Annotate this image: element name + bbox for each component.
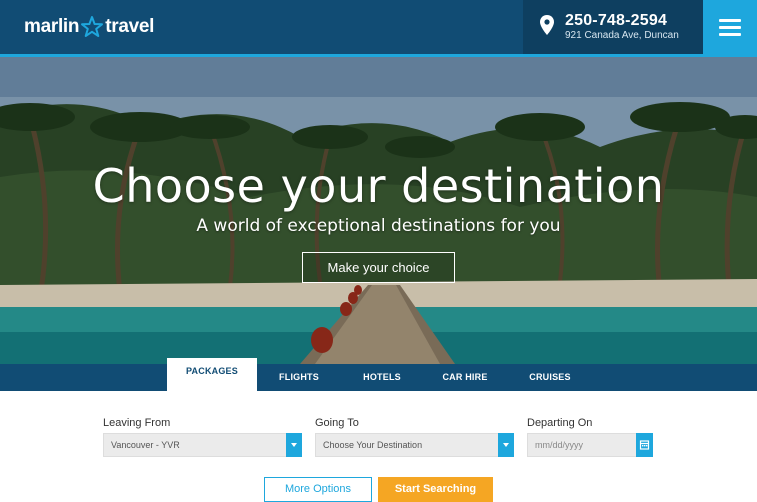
- logo-text-left: marlin: [24, 16, 80, 37]
- map-pin-icon: [540, 15, 554, 35]
- tab-flights[interactable]: FLIGHTS: [269, 364, 329, 391]
- star-logo-icon: [81, 16, 104, 37]
- going-to-select[interactable]: Choose Your Destination: [315, 433, 514, 457]
- tab-hotels[interactable]: HOTELS: [352, 364, 412, 391]
- departing-on-date-input[interactable]: mm/dd/yyyy: [527, 433, 653, 457]
- leaving-from-select[interactable]: Vancouver - YVR: [103, 433, 302, 457]
- tab-packages[interactable]: PACKAGES: [167, 358, 257, 391]
- date-placeholder: mm/dd/yyyy: [535, 440, 584, 450]
- departing-on-label: Departing On: [527, 417, 593, 429]
- logo-text-right: travel: [105, 16, 155, 37]
- contact-block: 250-748-2594 921 Canada Ave, Duncan: [523, 0, 703, 54]
- chevron-down-icon[interactable]: [498, 433, 514, 457]
- phone-number[interactable]: 250-748-2594: [565, 12, 667, 30]
- hero-title: Choose your destination: [92, 159, 665, 213]
- site-header: marlin travel 250-748-2594 921 Canada Av…: [0, 0, 757, 54]
- marlin-travel-logo[interactable]: marlin travel: [24, 14, 154, 40]
- going-to-label: Going To: [315, 417, 359, 429]
- leaving-from-label: Leaving From: [103, 417, 171, 429]
- calendar-icon[interactable]: [636, 433, 653, 457]
- leaving-from-value: Vancouver - YVR: [111, 440, 180, 450]
- address-text: 921 Canada Ave, Duncan: [565, 30, 679, 41]
- tab-car-hire[interactable]: CAR HIRE: [435, 364, 495, 391]
- hero-subtitle: A world of exceptional destinations for …: [196, 216, 561, 236]
- start-searching-button[interactable]: Start Searching: [378, 477, 493, 502]
- going-to-value: Choose Your Destination: [323, 440, 423, 450]
- hero-banner: Choose your destination A world of excep…: [0, 57, 757, 364]
- hamburger-menu-button[interactable]: [703, 0, 757, 54]
- more-options-button[interactable]: More Options: [264, 477, 372, 502]
- tab-cruises[interactable]: CRUISES: [520, 364, 580, 391]
- make-your-choice-button[interactable]: Make your choice: [302, 252, 455, 283]
- hamburger-menu-icon: [719, 19, 741, 22]
- chevron-down-icon[interactable]: [286, 433, 302, 457]
